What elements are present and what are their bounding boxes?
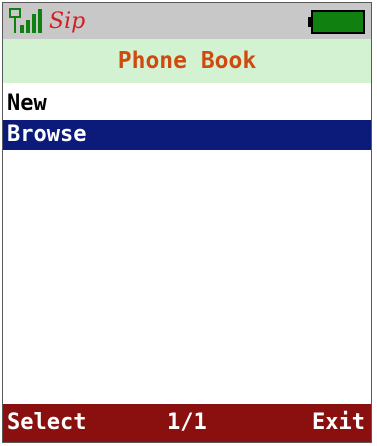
softkey-bar: Select 1/1 Exit — [3, 404, 371, 442]
list-item-new[interactable]: New — [3, 89, 371, 119]
page-title: Phone Book — [3, 39, 371, 83]
phone-display: Sip Phone Book New Browse Select 1/1 Exi… — [2, 2, 372, 443]
signal-strength-icon — [9, 8, 42, 33]
sip-label: Sip — [49, 9, 85, 34]
page-indicator: 1/1 — [167, 410, 207, 435]
battery-full-icon — [308, 10, 365, 34]
select-softkey[interactable]: Select — [7, 404, 86, 442]
phone-screen: Sip Phone Book New Browse Select 1/1 Exi… — [0, 0, 377, 446]
exit-softkey[interactable]: Exit — [312, 404, 365, 442]
status-bar: Sip — [3, 3, 371, 39]
list-item-browse[interactable]: Browse — [3, 120, 371, 150]
sip-icon: Sip — [49, 9, 85, 34]
